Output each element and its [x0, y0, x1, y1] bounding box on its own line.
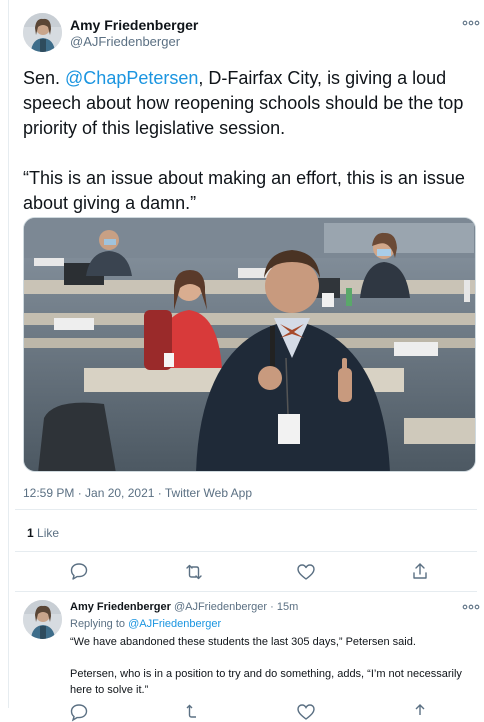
divider — [15, 591, 477, 592]
replying-to-prefix: Replying to — [70, 618, 129, 630]
tweet-quote: “This is an issue about making an effort… — [23, 168, 465, 213]
more-dots-icon[interactable] — [461, 602, 481, 612]
divider — [15, 551, 477, 552]
retweet-icon[interactable] — [184, 562, 204, 582]
tweet-photo[interactable] — [23, 217, 476, 472]
reply-author-avatar[interactable] — [23, 600, 62, 639]
author-name[interactable]: Amy Friedenberger — [70, 17, 198, 33]
heart-icon[interactable] — [296, 702, 316, 722]
reply-icon[interactable] — [69, 561, 89, 581]
reply-author-handle[interactable]: @AJFriedenberger — [174, 601, 267, 613]
mention-link[interactable]: @ChapPetersen — [65, 68, 198, 88]
share-icon[interactable] — [410, 702, 430, 722]
divider — [15, 509, 477, 510]
reply-icon[interactable] — [69, 702, 89, 722]
author-avatar[interactable] — [23, 13, 62, 52]
replying-to-link[interactable]: @AJFriedenberger — [128, 618, 221, 630]
replying-to: Replying to @AJFriedenberger — [70, 618, 221, 630]
retweet-icon[interactable] — [184, 702, 204, 722]
like-count[interactable]: 1 Like — [27, 526, 59, 540]
more-dots-icon[interactable] — [461, 18, 481, 28]
tweet-text-start: Sen. — [23, 68, 66, 88]
reply-text: “We have abandoned these students the la… — [70, 634, 475, 698]
tweet-text: Sen. @ChapPetersen, D-Fairfax City, is g… — [23, 66, 473, 216]
reply-author-name[interactable]: Amy Friedenberger — [70, 601, 171, 613]
reply-age[interactable]: · 15m — [270, 601, 298, 613]
reply-paragraph-1: “We have abandoned these students the la… — [70, 636, 416, 648]
reply-paragraph-2: Petersen, who is in a position to try an… — [70, 668, 462, 696]
share-icon[interactable] — [410, 561, 430, 581]
reply-header: Amy Friedenberger @AJFriedenberger · 15m — [70, 601, 298, 613]
author-handle[interactable]: @AJFriedenberger — [70, 34, 180, 49]
like-count-value: 1 — [27, 526, 34, 540]
tweet-timestamp[interactable]: 12:59 PM · Jan 20, 2021 · Twitter Web Ap… — [23, 486, 252, 500]
heart-icon[interactable] — [296, 562, 316, 582]
like-count-label: Like — [37, 526, 60, 540]
